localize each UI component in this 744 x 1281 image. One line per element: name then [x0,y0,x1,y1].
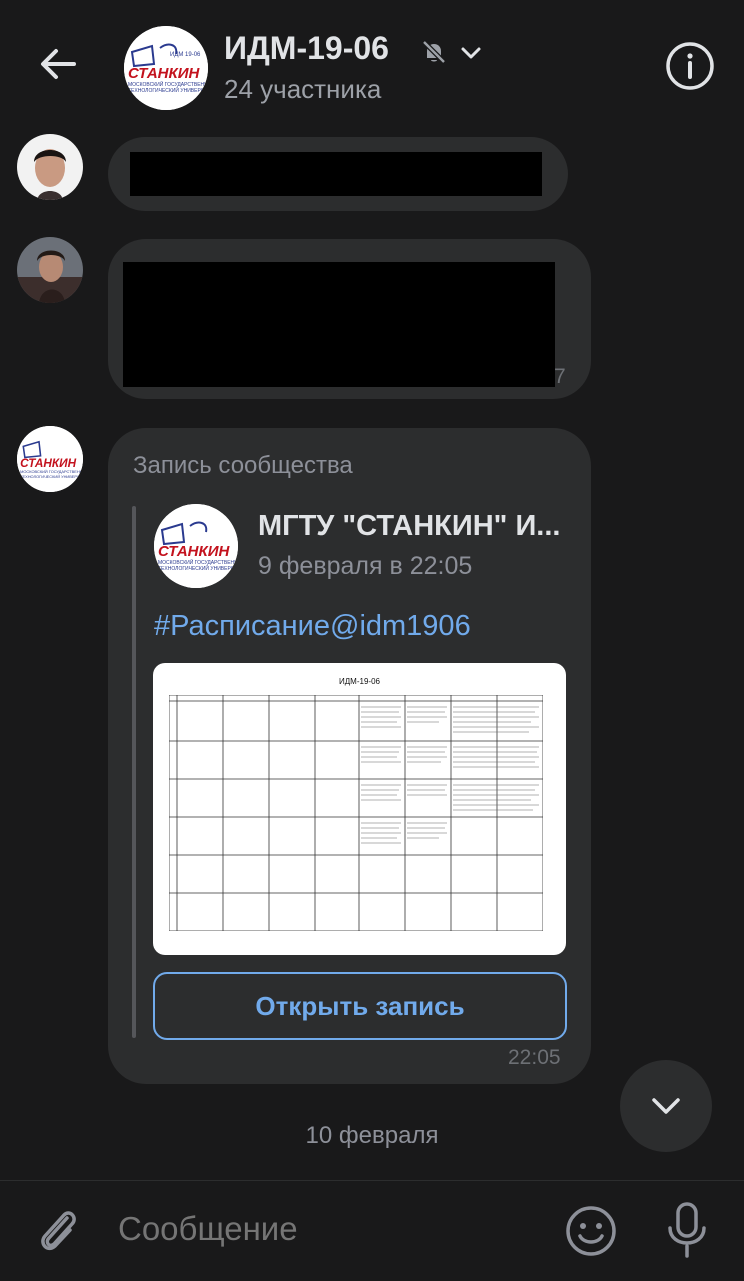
chat-subtitle: 24 участника [224,74,382,104]
message-bubble[interactable]: 7 [108,239,591,399]
avatar[interactable]: СТАНКИН МОСКОВСКИЙ ГОСУДАРСТВЕННЫЙ ТЕХНО… [17,426,83,492]
stankin-logo: СТАНКИН МОСКОВСКИЙ ГОСУДАРСТВЕННЫЙ ТЕХНО… [154,504,238,588]
post-date: 9 февраля в 22:05 [258,552,473,580]
chevron-down-icon [652,1098,680,1114]
date-separator: 10 февраля [305,1122,439,1149]
stankin-logo: СТАНКИН МОСКОВСКИЙ ГОСУДАРСТВЕННЫЙ ТЕХНО… [17,426,83,492]
user-photo [17,134,83,200]
bell-off-icon [422,40,446,64]
message-bubble[interactable] [108,137,568,211]
schedule-image[interactable]: ИДМ-19-06 [153,663,566,955]
repost-bar [132,506,136,1038]
schedule-table [169,695,543,931]
schedule-title: ИДМ-19-06 [339,677,380,686]
arrow-left-icon [41,49,76,79]
post-hashtag-link[interactable]: #Расписание@idm1906 [154,610,471,643]
group-avatar[interactable]: ИДМ 19-06 СТАНКИН МОСКОВСКИЙ ГОСУДАРСТВЕ… [124,26,208,110]
chat-title[interactable]: ИДМ-19-06 [224,30,389,67]
avatar[interactable] [17,134,83,200]
avatar[interactable] [17,237,83,303]
redacted-text [123,262,555,387]
logo-top-text: ИДМ 19-06 [170,52,201,58]
post-label: Запись сообщества [133,452,353,479]
chevron-down-icon[interactable] [458,40,484,66]
paperclip-icon[interactable] [34,1204,84,1258]
post-author-name[interactable]: МГТУ "СТАНКИН" И... [258,510,560,543]
back-button[interactable] [34,40,82,88]
message-time: 7 [554,365,566,388]
message-input[interactable] [118,1210,538,1248]
svg-text:ТЕХНОЛОГИЧЕСКИЙ УНИВЕРСИТЕТ: ТЕХНОЛОГИЧЕСКИЙ УНИВЕРСИТЕТ [20,474,83,479]
svg-text:СТАНКИН: СТАНКИН [20,457,76,470]
redacted-text [130,152,542,196]
post-author-avatar[interactable]: СТАНКИН МОСКОВСКИЙ ГОСУДАРСТВЕННЫЙ ТЕХНО… [154,504,238,588]
svg-text:МОСКОВСКИЙ ГОСУДАРСТВЕННЫЙ: МОСКОВСКИЙ ГОСУДАРСТВЕННЫЙ [158,558,238,566]
stankin-logo: ИДМ 19-06 СТАНКИН МОСКОВСКИЙ ГОСУДАРСТВЕ… [124,26,208,110]
microphone-icon[interactable] [660,1200,714,1260]
info-icon[interactable] [664,40,716,92]
message-time: 22:05 [508,1046,561,1069]
smile-icon[interactable] [564,1204,618,1258]
svg-text:ТЕХНОЛОГИЧЕСКИЙ УНИВЕРСИТЕТ: ТЕХНОЛОГИЧЕСКИЙ УНИВЕРСИТЕТ [128,86,208,94]
user-photo [17,237,83,303]
logo-main-text: СТАНКИН [128,65,201,82]
svg-text:ТЕХНОЛОГИЧЕСКИЙ УНИВЕРСИТЕТ: ТЕХНОЛОГИЧЕСКИЙ УНИВЕРСИТЕТ [158,564,238,572]
svg-text:СТАНКИН: СТАНКИН [158,543,231,560]
chat-header: ИДМ 19-06 СТАНКИН МОСКОВСКИЙ ГОСУДАРСТВЕ… [0,0,744,128]
svg-text:МОСКОВСКИЙ ГОСУДАРСТВЕННЫЙ: МОСКОВСКИЙ ГОСУДАРСТВЕННЫЙ [128,80,208,88]
open-post-button[interactable]: Открыть запись [153,972,567,1040]
